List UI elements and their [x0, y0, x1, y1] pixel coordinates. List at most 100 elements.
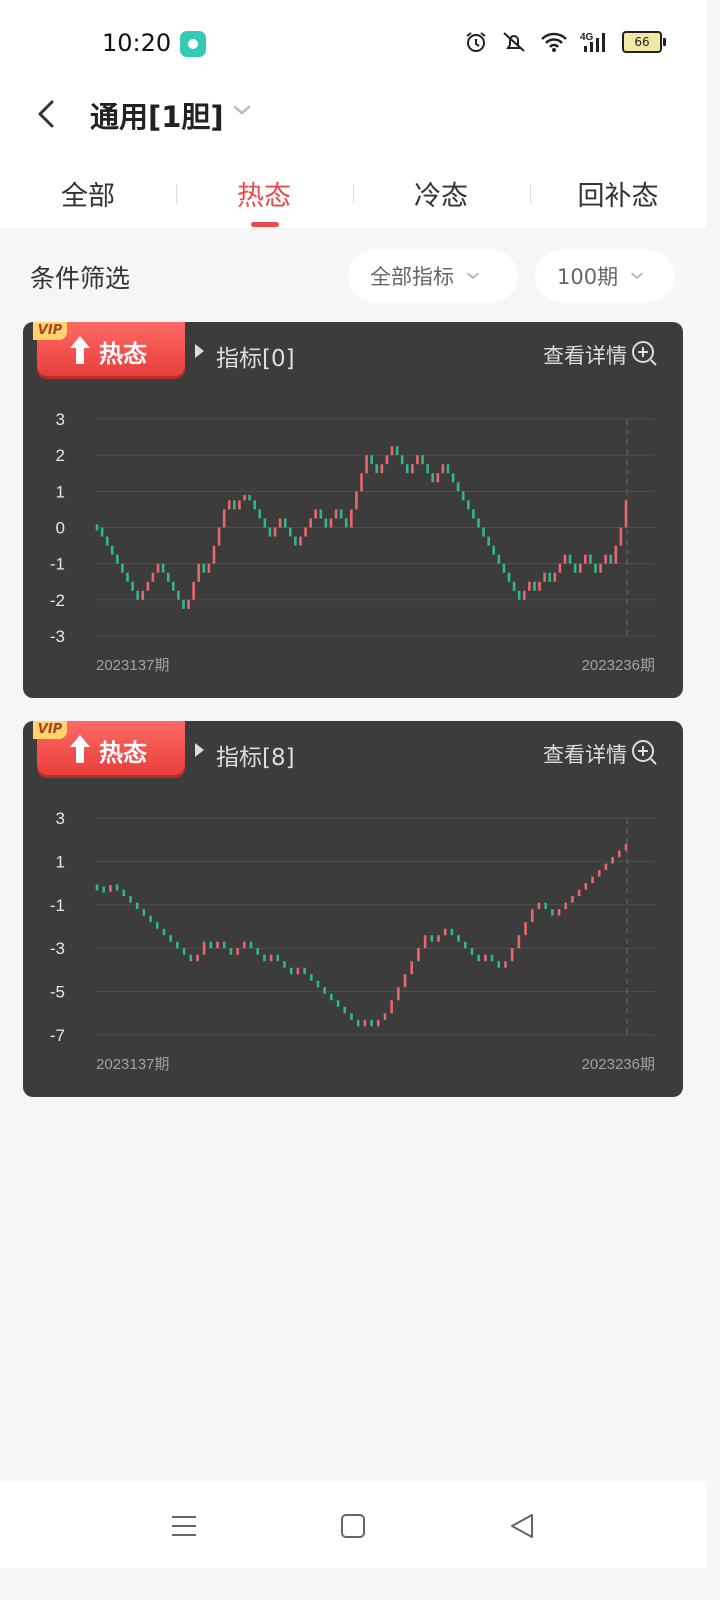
tab-rebound[interactable]: 回补态 [530, 174, 706, 213]
candle-bar [156, 563, 160, 573]
candle-bar [504, 961, 507, 968]
candle-bar [136, 590, 139, 600]
home-square-icon[interactable] [337, 1510, 369, 1542]
tab-bar: 全部 热态 冷态 回补态 [0, 148, 706, 228]
candle-bar [375, 464, 379, 474]
indicator-label[interactable]: 指标[8] [216, 738, 295, 772]
candle-bar [288, 527, 292, 537]
candle-bar [289, 967, 293, 975]
candle-bar [192, 581, 195, 600]
candle-bar [423, 935, 427, 949]
candle-bar [316, 980, 320, 988]
candle-bar [614, 545, 618, 564]
menu-icon[interactable] [168, 1510, 200, 1542]
candle-bar [95, 884, 99, 891]
candle-bar [110, 545, 114, 555]
indicator-select[interactable]: 全部指标 [348, 250, 518, 302]
candle-bar [149, 915, 152, 923]
mute-bell-icon [503, 32, 525, 52]
y-tick-label: -3 [50, 939, 65, 958]
candle-bar [202, 941, 206, 955]
candle-bar [263, 518, 267, 528]
zoom-in-icon[interactable] [631, 340, 659, 368]
indicator-label[interactable]: 指标[0] [216, 339, 295, 373]
tab-hot[interactable]: 热态 [176, 174, 352, 213]
candle-bar [365, 455, 368, 474]
view-details-link[interactable]: 查看详情 [543, 340, 627, 370]
candle-bar [141, 590, 145, 600]
candle-bar [177, 590, 180, 600]
candle-bar [115, 884, 119, 891]
triangle-right-icon [195, 743, 204, 757]
candle-bar [405, 464, 409, 474]
candle-bar [131, 581, 134, 591]
candle-bar [109, 885, 112, 892]
candle-bar [553, 572, 557, 582]
badge-label: 热态 [99, 739, 147, 767]
candle-bar [309, 518, 312, 528]
chevron-down-icon [630, 272, 644, 280]
candle-bar [564, 902, 568, 910]
page-title[interactable]: 通用[1胆] [90, 94, 224, 136]
candle-bar [222, 941, 226, 949]
candle-bar [227, 500, 231, 510]
candle-bar [189, 954, 193, 962]
candle-bar [490, 954, 494, 962]
candle-bar [135, 902, 139, 910]
candle-bar [397, 987, 400, 1001]
candle-bar [356, 1019, 360, 1027]
candle-bar [584, 883, 588, 890]
candle-bar [544, 902, 547, 910]
candle-bar [563, 554, 567, 564]
candle-bar [243, 494, 246, 501]
candle-bar [416, 455, 419, 465]
chevron-down-icon[interactable] [230, 98, 254, 122]
back-arrow-icon[interactable] [30, 94, 66, 134]
alarm-icon [466, 32, 486, 52]
candle-bar [166, 572, 170, 582]
candle-bar [161, 563, 165, 573]
candle-bar [380, 464, 384, 474]
candle-bar [400, 455, 404, 465]
candle-bar [296, 967, 300, 975]
candle-bar [551, 909, 554, 916]
chevron-down-icon [466, 272, 480, 280]
candle-bar [171, 581, 175, 591]
active-tab-indicator [251, 222, 279, 227]
candle-bar [169, 935, 172, 942]
candle-bar [571, 896, 574, 903]
candle-bar [336, 1000, 340, 1007]
candle-bar [604, 554, 607, 564]
candle-bar [121, 563, 124, 573]
candle-bar [594, 563, 597, 573]
tab-cold[interactable]: 冷态 [353, 174, 529, 213]
y-tick-label: -7 [50, 1026, 65, 1045]
y-tick-label: -1 [50, 555, 65, 574]
tab-all[interactable]: 全部 [0, 174, 176, 213]
view-details-link[interactable]: 查看详情 [543, 739, 627, 769]
candle-bar [182, 599, 185, 609]
candle-bar [421, 455, 424, 465]
candle-bar [477, 954, 480, 962]
candle-bar [609, 554, 613, 564]
candle-bar [568, 554, 572, 564]
candle-bar [548, 572, 552, 582]
candle-bar [477, 518, 480, 528]
back-triangle-icon[interactable] [506, 1510, 538, 1542]
candle-bar [537, 902, 541, 910]
zoom-in-icon[interactable] [631, 739, 659, 767]
candle-bar [294, 536, 297, 546]
candle-bar [142, 909, 146, 916]
candle-bar [363, 1019, 367, 1027]
candle-bar [385, 455, 389, 465]
y-tick-label: 1 [56, 482, 65, 501]
candle-bar [484, 954, 487, 962]
candle-bar [162, 928, 166, 936]
candle-bar [618, 850, 621, 858]
period-select[interactable]: 100期 [535, 250, 675, 302]
candle-bar [410, 961, 414, 975]
candle-bar [528, 581, 531, 591]
trend-chart: 3 2 1 0 -1 -2 -3 2023137期 2023236期 [50, 410, 655, 674]
candle-bar [446, 464, 450, 474]
status-bar: 10:20 4G 66 [0, 0, 706, 86]
